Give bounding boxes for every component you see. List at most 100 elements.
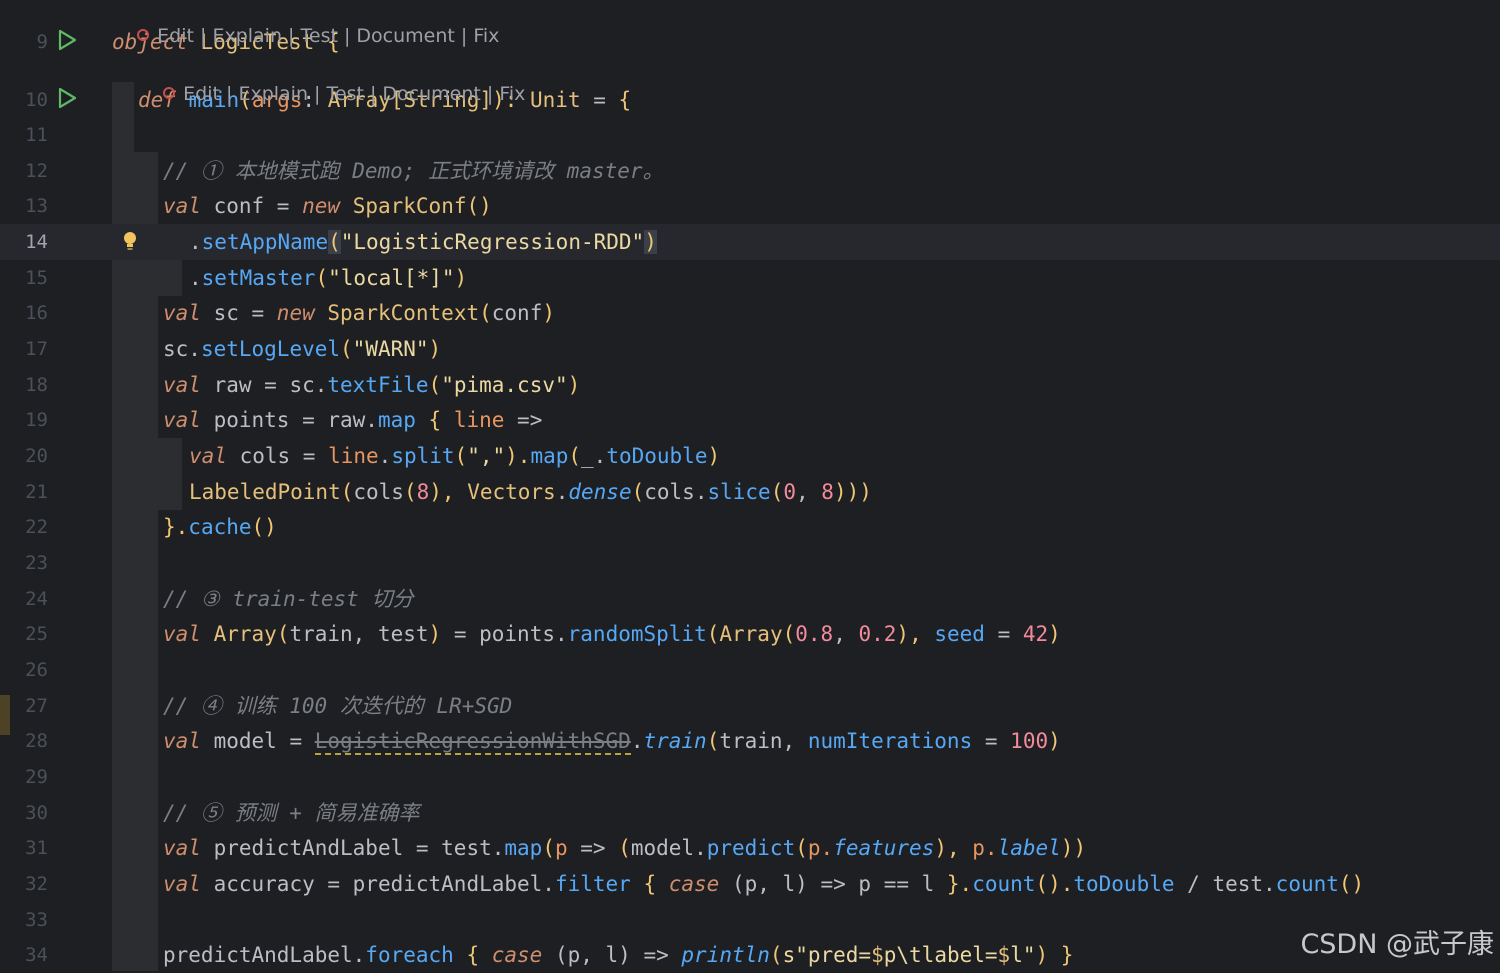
codelens-test[interactable]: Test [327,83,364,105]
code-text[interactable]: // ① 本地模式跑 Demo; 正式环境请改 master。 [163,153,664,189]
codelens-explain[interactable]: Explain [212,25,282,47]
code-text[interactable]: predictAndLabel.foreach { case (p, l) =>… [163,937,1073,973]
code-text[interactable]: val sc = new SparkContext(conf) [163,295,555,331]
code-text[interactable]: val predictAndLabel = test.map(p => (mod… [163,830,1086,866]
line-number[interactable]: 22 [12,509,48,545]
line-number[interactable]: 30 [12,795,48,831]
codelens-explain[interactable]: Explain [238,83,308,105]
line-number[interactable]: 17 [12,331,48,367]
line-number[interactable]: 32 [12,866,48,902]
code-text[interactable]: // ③ train-test 切分 [163,581,413,617]
code-line[interactable]: 11 [0,117,1500,153]
line-number[interactable]: 12 [12,153,48,189]
code-text[interactable]: val points = raw.map { line => [163,402,542,438]
codelens-document[interactable]: Document [356,25,454,47]
codelens-fix[interactable]: Fix [499,83,525,105]
line-number[interactable]: 9 [12,24,48,60]
line-number[interactable]: 19 [12,402,48,438]
code-line[interactable]: 15 .setMaster("local[*]") [0,260,1500,296]
code-token: p. [972,836,998,860]
code-line[interactable]: 13 val conf = new SparkConf() [0,188,1500,224]
code-text[interactable]: val accuracy = predictAndLabel.filter { … [163,866,1364,902]
line-number[interactable]: 34 [12,937,48,973]
codelens-edit[interactable]: Edit [157,25,194,47]
code-text[interactable]: val cols = line.split(",").map(_.toDoubl… [189,438,720,474]
code-line[interactable]: 25 val Array(train, test) = points.random… [0,616,1500,652]
code-token: setAppName [201,230,329,254]
codelens-fix[interactable]: Fix [473,25,499,47]
line-number[interactable]: 14 [12,224,48,260]
code-token: ( [769,943,783,967]
code-line[interactable]: 20 val cols = line.split(",").map(_.toDou… [0,438,1500,474]
code-token: "LogisticRegression-RDD" [340,230,645,254]
codelens-edit[interactable]: Edit [183,83,220,105]
line-number[interactable]: 15 [12,260,48,296]
line-number[interactable]: 26 [12,652,48,688]
code-text[interactable]: .setAppName("LogisticRegression-RDD") [189,224,657,260]
line-number[interactable]: 13 [12,188,48,224]
code-line[interactable]: 14 .setAppName("LogisticRegression-RDD") [0,224,1500,260]
line-number[interactable]: 33 [12,902,48,938]
codelens-test[interactable]: Test [301,25,338,47]
codelens-object[interactable]: Edit | Explain | Test | Document | Fix [113,0,499,47]
line-number[interactable]: 29 [12,759,48,795]
code-line[interactable]: 16 val sc = new SparkContext(conf) [0,295,1500,331]
line-number[interactable]: 28 [12,723,48,759]
code-editor[interactable]: 9 object LogicTest {10 def main(args: Arra… [0,0,1500,971]
code-line[interactable]: 32 val accuracy = predictAndLabel.filter … [0,866,1500,902]
code-text[interactable]: val conf = new SparkConf() [163,188,492,224]
code-token: => [567,836,619,860]
line-number[interactable]: 10 [12,82,48,118]
code-text[interactable]: }.cache() [163,509,277,545]
run-icon[interactable] [56,87,78,109]
code-text[interactable]: .setMaster("local[*]") [189,260,467,296]
code-text[interactable]: // ④ 训练 100 次迭代的 LR+SGD [163,688,512,724]
line-number[interactable]: 25 [12,616,48,652]
code-line[interactable]: 12 // ① 本地模式跑 Demo; 正式环境请改 master。 [0,153,1500,189]
codelens-sep: | [219,83,239,105]
code-line[interactable]: 19 val points = raw.map { line => [0,402,1500,438]
codelens-method[interactable]: Edit | Explain | Test | Document | Fix [139,55,525,105]
line-number[interactable]: 21 [12,474,48,510]
code-text[interactable]: val Array(train, test) = points.randomSp… [163,616,1061,652]
code-line[interactable]: 23 [0,545,1500,581]
line-number[interactable]: 23 [12,545,48,581]
line-number[interactable]: 18 [12,367,48,403]
code-line[interactable]: 33 [0,902,1500,938]
codelens-sep: | [282,25,301,47]
code-token: // ③ train-test 切分 [163,587,414,611]
line-number[interactable]: 20 [12,438,48,474]
code-text[interactable]: LabeledPoint(cols(8), Vectors.dense(cols… [189,474,872,510]
run-icon[interactable] [56,29,78,51]
code-text[interactable]: val raw = sc.textFile("pima.csv") [163,367,580,403]
code-line[interactable]: 30 // ⑤ 预测 + 简易准确率 [0,795,1500,831]
code-line[interactable]: 31 val predictAndLabel = test.map(p => (m… [0,830,1500,866]
lightbulb-icon[interactable] [122,231,138,253]
code-text[interactable]: // ⑤ 预测 + 简易准确率 [163,795,420,831]
code-text[interactable]: val model = LogisticRegressionWithSGD.tr… [163,723,1061,759]
line-number[interactable]: 24 [12,581,48,617]
code-line[interactable]: 26 [0,652,1500,688]
code-line[interactable]: 27 // ④ 训练 100 次迭代的 LR+SGD [0,688,1500,724]
line-number[interactable]: 16 [12,295,48,331]
code-line[interactable]: 17 sc.setLogLevel("WARN") [0,331,1500,367]
code-text[interactable]: sc.setLogLevel("WARN") [163,331,441,367]
code-token: cache [188,515,252,539]
code-line[interactable]: 34 predictAndLabel.foreach { case (p, l) … [0,937,1500,973]
code-line[interactable]: 28 val model = LogisticRegressionWithSGD.… [0,723,1500,759]
code-line[interactable]: 29 [0,759,1500,795]
code-line[interactable]: 18 val raw = sc.textFile("pima.csv") [0,367,1500,403]
line-number[interactable]: 31 [12,830,48,866]
code-token: . [189,230,202,254]
code-token: sc = [200,301,277,325]
code-line[interactable]: 21 LabeledPoint(cols(8), Vectors.dense(co… [0,474,1500,510]
code-token: case [668,872,720,896]
code-line[interactable]: 22 }.cache() [0,509,1500,545]
code-token: 0 [783,480,796,504]
code-token: , [833,622,859,646]
line-number[interactable]: 27 [12,688,48,724]
codelens-document[interactable]: Document [382,83,480,105]
line-number[interactable]: 11 [12,117,48,153]
code-token: randomSplit [567,622,707,646]
code-line[interactable]: 24 // ③ train-test 切分 [0,581,1500,617]
